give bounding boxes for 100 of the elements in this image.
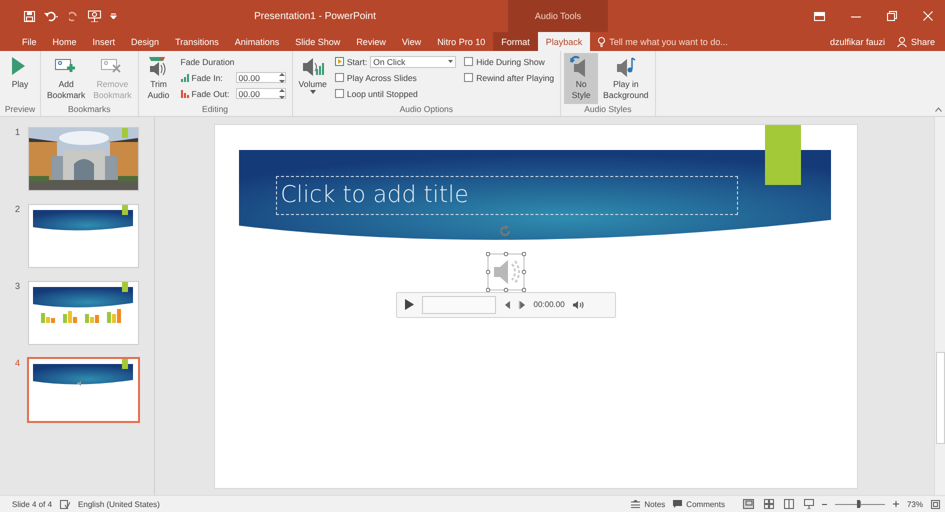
group-label: Bookmarks bbox=[67, 104, 112, 116]
scrollbar[interactable] bbox=[934, 116, 945, 496]
accent-block bbox=[122, 282, 128, 292]
title-placeholder[interactable]: Click to add title bbox=[276, 176, 738, 215]
checkbox-label: Loop until Stopped bbox=[346, 88, 418, 98]
ribbon-tab[interactable]: Animations bbox=[226, 32, 288, 51]
ribbon-tab[interactable]: Nitro Pro 10 bbox=[429, 32, 494, 51]
play-icon[interactable] bbox=[404, 299, 414, 310]
caret-icon bbox=[448, 60, 454, 63]
slide-sorter-icon[interactable] bbox=[764, 499, 774, 510]
ribbon-tab[interactable]: Design bbox=[123, 32, 168, 51]
spin-field[interactable]: 00.00 bbox=[236, 88, 286, 99]
checkbox[interactable] bbox=[464, 73, 474, 82]
ribbon-tab[interactable]: File bbox=[0, 32, 45, 51]
slide-thumbnail[interactable] bbox=[28, 204, 139, 268]
checkbox-label: Play Across Slides bbox=[346, 72, 417, 82]
collapse-ribbon-icon[interactable] bbox=[935, 106, 942, 112]
fit-to-window-icon[interactable] bbox=[931, 500, 940, 509]
comment-icon bbox=[673, 500, 682, 508]
slide-thumbnail[interactable] bbox=[27, 356, 140, 423]
ribbon-button[interactable]: No Style bbox=[564, 53, 598, 104]
spelling-icon[interactable] bbox=[60, 500, 70, 509]
slide-number: 3 bbox=[15, 280, 22, 293]
ribbon-tab[interactable]: View bbox=[394, 32, 430, 51]
customize-caret-icon[interactable] bbox=[110, 13, 117, 19]
volume-icon[interactable] bbox=[572, 300, 584, 309]
slide-number: 1 bbox=[15, 126, 22, 139]
ribbon-tab[interactable]: Slide Show bbox=[287, 32, 348, 51]
notes-icon bbox=[631, 500, 640, 508]
ribbon-display-icon[interactable] bbox=[814, 12, 825, 20]
spin-field[interactable]: 00.00 bbox=[236, 72, 286, 83]
rotate-handle-icon[interactable] bbox=[498, 224, 510, 237]
ribbon-tab[interactable]: Insert bbox=[84, 32, 124, 51]
start-icon bbox=[334, 57, 344, 66]
zoom-slider[interactable] bbox=[834, 500, 885, 508]
speaker-icon bbox=[77, 380, 83, 386]
spin-arrows-icon[interactable] bbox=[278, 88, 285, 98]
skip-back-icon[interactable] bbox=[504, 300, 510, 309]
window-title: Presentation1 - PowerPoint bbox=[253, 10, 377, 22]
share-button[interactable]: Share bbox=[896, 36, 935, 46]
ribbon-button[interactable]: Trim Audio bbox=[142, 53, 176, 104]
restore-icon[interactable] bbox=[887, 11, 897, 21]
zoom-slider-thumb[interactable] bbox=[857, 500, 860, 508]
language-indicator[interactable]: English (United States) bbox=[78, 500, 160, 509]
slide-thumbnail[interactable] bbox=[28, 280, 139, 345]
ribbon-tab[interactable]: Playback bbox=[538, 32, 590, 51]
spin-arrows-icon[interactable] bbox=[278, 72, 285, 82]
zoom-level[interactable]: 73% bbox=[906, 500, 923, 509]
slide-indicator: Slide 4 of 4 bbox=[12, 500, 52, 509]
save-icon[interactable] bbox=[24, 10, 35, 22]
checkbox[interactable] bbox=[334, 73, 344, 82]
ribbon-button[interactable]: Add Bookmark bbox=[44, 53, 88, 104]
accent-block bbox=[764, 124, 800, 185]
slide-number: 2 bbox=[15, 204, 22, 216]
notes-button[interactable]: Notes bbox=[631, 500, 666, 509]
ribbon-tab[interactable]: Transitions bbox=[167, 32, 227, 51]
checkbox[interactable] bbox=[464, 57, 474, 66]
tell-me-field[interactable]: Tell me what you want to do... bbox=[609, 36, 728, 46]
normal-view-icon[interactable] bbox=[742, 499, 754, 510]
lightbulb-icon[interactable] bbox=[598, 36, 606, 46]
context-tab-group-label: Audio Tools bbox=[534, 11, 582, 21]
accent-block bbox=[122, 204, 128, 215]
checkbox[interactable] bbox=[334, 89, 344, 98]
group-heading: Fade Duration bbox=[180, 56, 234, 66]
ribbon-tab[interactable]: Review bbox=[348, 32, 394, 51]
fade-in-icon bbox=[180, 74, 189, 82]
field-label: Start: bbox=[346, 56, 368, 66]
volume-icon bbox=[300, 55, 325, 79]
group-label: Preview bbox=[4, 104, 36, 116]
slide-show-icon[interactable] bbox=[804, 499, 814, 510]
checkbox-label: Rewind after Playing bbox=[476, 72, 554, 82]
ribbon-button[interactable]: Volume bbox=[296, 53, 330, 104]
field-label: Fade In: bbox=[192, 72, 223, 82]
checkbox-label: Hide During Show bbox=[476, 56, 545, 66]
redo-icon[interactable] bbox=[69, 10, 79, 22]
presenter-icon[interactable] bbox=[88, 10, 101, 22]
group-label: Audio Options bbox=[398, 104, 454, 116]
comments-button[interactable]: Comments bbox=[673, 500, 725, 509]
zoom-out-icon[interactable] bbox=[822, 502, 827, 507]
start-dropdown[interactable]: On Click bbox=[370, 56, 456, 68]
audio-icon[interactable] bbox=[486, 252, 526, 292]
reading-view-icon[interactable] bbox=[784, 499, 794, 510]
accent-block bbox=[122, 128, 128, 138]
ribbon-button[interactable]: Play in Background bbox=[600, 53, 652, 104]
group-label: Editing bbox=[201, 104, 230, 116]
ribbon-tab[interactable]: Format bbox=[493, 32, 538, 51]
undo-icon[interactable] bbox=[44, 10, 60, 22]
fade-out-icon bbox=[180, 90, 189, 98]
ribbon-tab[interactable]: Home bbox=[44, 32, 85, 51]
user-name[interactable]: dzulfikar fauzi bbox=[830, 36, 885, 46]
ribbon-button[interactable]: Play bbox=[3, 53, 37, 104]
time-display: 00:00.00 bbox=[534, 300, 565, 310]
zoom-in-icon[interactable] bbox=[892, 501, 899, 508]
field-label: Fade Out: bbox=[192, 88, 230, 98]
group-label: Audio Styles bbox=[583, 104, 632, 116]
close-icon[interactable] bbox=[923, 11, 933, 21]
accent-block bbox=[122, 358, 128, 369]
slide-number: 4 bbox=[15, 358, 22, 370]
person-icon bbox=[896, 36, 907, 46]
skip-forward-icon[interactable] bbox=[518, 300, 526, 309]
